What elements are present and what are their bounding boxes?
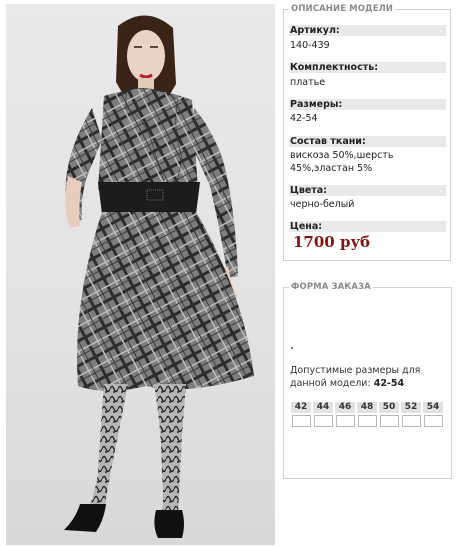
size-option: 44 — [313, 402, 333, 427]
price-label: Цена: — [289, 221, 446, 232]
size-option: 50 — [379, 402, 399, 427]
order-form-panel: ФОРМА ЗАКАЗА Допустимые размеры для данн… — [283, 282, 452, 479]
article-label: Артикул: — [289, 25, 446, 36]
size-quantity-input[interactable] — [423, 415, 443, 427]
price-value: 1700 руб — [293, 233, 371, 251]
product-photo — [6, 4, 275, 545]
bullet-dot — [291, 347, 293, 349]
size-option: 48 — [357, 402, 377, 427]
size-option: 52 — [401, 402, 421, 427]
size-option: 46 — [335, 402, 355, 427]
article-value: 140-439 — [290, 40, 330, 51]
size-label: 44 — [313, 402, 333, 413]
fabric-label: Состав ткани: — [289, 136, 446, 147]
size-label: 52 — [401, 402, 421, 413]
set-label: Комплектность: — [289, 62, 446, 73]
fabric-value: вискоза 50%,шерсть 45%,эластан 5% — [290, 150, 394, 174]
size-quantity-input[interactable] — [401, 415, 421, 427]
allowed-sizes-value: 42-54 — [373, 378, 405, 389]
sizes-value: 42-54 — [290, 113, 318, 124]
model-description-legend: ОПИСАНИЕ МОДЕЛИ — [289, 4, 395, 14]
size-option: 42 — [291, 402, 311, 427]
size-label: 50 — [379, 402, 399, 413]
size-quantity-input[interactable] — [335, 415, 355, 427]
size-quantity-input[interactable] — [291, 415, 311, 427]
order-form-legend: ФОРМА ЗАКАЗА — [289, 282, 373, 292]
size-label: 42 — [291, 402, 311, 413]
size-selector: 42 44 46 48 50 52 54 — [291, 402, 443, 427]
size-quantity-input[interactable] — [313, 415, 333, 427]
size-quantity-input[interactable] — [379, 415, 399, 427]
size-label: 54 — [423, 402, 443, 413]
model-description-panel: ОПИСАНИЕ МОДЕЛИ Артикул: 140-439 Комплек… — [283, 4, 451, 261]
set-value: платье — [290, 77, 326, 88]
sizes-label: Размеры: — [289, 99, 446, 110]
allowed-sizes-text: Допустимые размеры для данной модели: 42… — [290, 364, 448, 390]
size-option: 54 — [423, 402, 443, 427]
colors-value: черно-белый — [290, 199, 355, 210]
model-in-plaid-dress-image — [64, 15, 254, 538]
size-label: 48 — [357, 402, 377, 413]
size-quantity-input[interactable] — [357, 415, 377, 427]
colors-label: Цвета: — [289, 185, 446, 196]
size-label: 46 — [335, 402, 355, 413]
